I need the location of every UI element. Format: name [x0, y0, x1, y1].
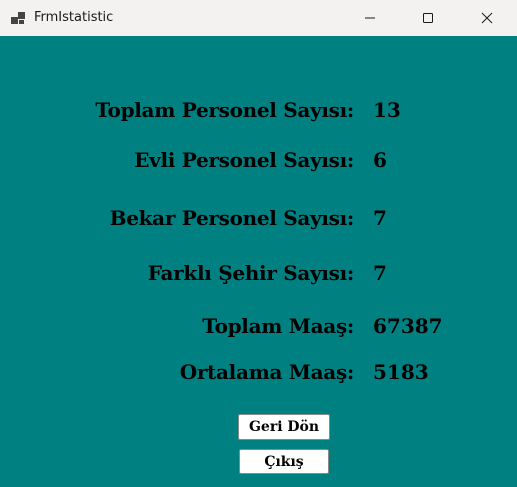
exit-button[interactable]: Çıkış: [239, 449, 329, 474]
total-salary-value: 67387: [373, 314, 443, 338]
minimize-button[interactable]: [341, 0, 399, 36]
distinct-city-value: 7: [373, 261, 387, 285]
single-personnel-label: Bekar Personel Sayısı:: [109, 206, 355, 230]
average-salary-value: 5183: [373, 360, 429, 384]
window-title: FrmIstatistic: [34, 10, 114, 25]
close-button[interactable]: [458, 0, 516, 36]
minimize-icon: [365, 17, 375, 19]
title-bar[interactable]: FrmIstatistic: [0, 0, 517, 36]
single-personnel-value: 7: [373, 206, 387, 230]
maximize-icon: [423, 13, 433, 23]
total-personnel-label: Toplam Personel Sayısı:: [95, 98, 354, 122]
distinct-city-label: Farklı Şehir Sayısı:: [147, 261, 355, 285]
married-personnel-label: Evli Personel Sayısı:: [134, 148, 354, 172]
back-button[interactable]: Geri Dön: [238, 414, 330, 440]
form-client-area: Toplam Personel Sayısı: 13 Evli Personel…: [0, 36, 517, 487]
app-icon: [11, 12, 25, 24]
married-personnel-value: 6: [373, 148, 387, 172]
average-salary-label: Ortalama Maaş:: [179, 360, 355, 384]
total-personnel-value: 13: [373, 98, 401, 122]
maximize-button[interactable]: [399, 0, 457, 36]
total-salary-label: Toplam Maaş:: [202, 314, 354, 338]
close-icon: [481, 12, 493, 24]
